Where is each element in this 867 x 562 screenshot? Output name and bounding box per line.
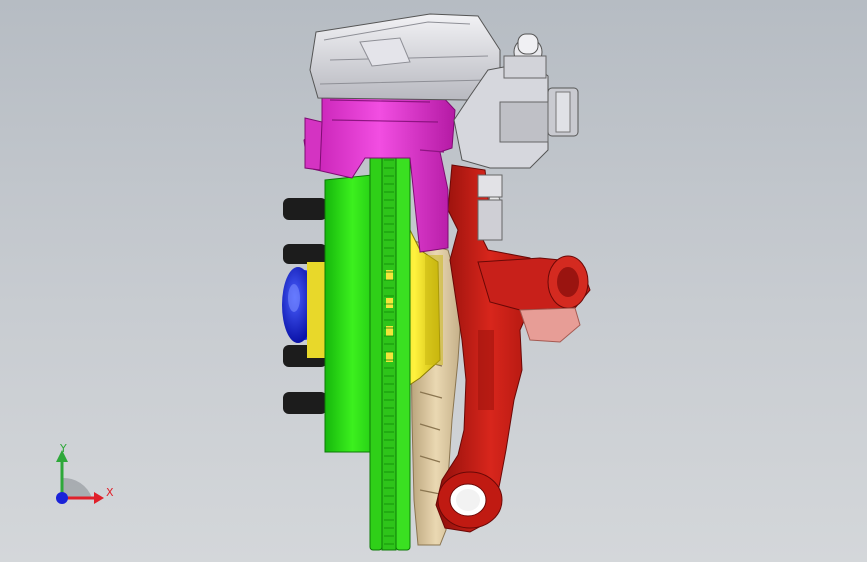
rotor-vent-hole <box>386 326 393 336</box>
brake-rotor-vented[interactable] <box>369 149 411 551</box>
rotor-vent-hole <box>386 298 393 308</box>
wheel-hub[interactable] <box>307 262 325 358</box>
brake-assembly-model[interactable] <box>0 0 867 562</box>
rotor-vent-hole <box>386 352 393 362</box>
rotor-vent-hole <box>386 270 393 280</box>
z-axis-dot <box>56 492 68 504</box>
coordinate-triad: Y X <box>56 442 114 504</box>
y-axis-label: Y <box>59 442 67 455</box>
3d-model-viewport[interactable]: Y X <box>0 0 867 562</box>
x-axis-label: X <box>106 486 114 499</box>
